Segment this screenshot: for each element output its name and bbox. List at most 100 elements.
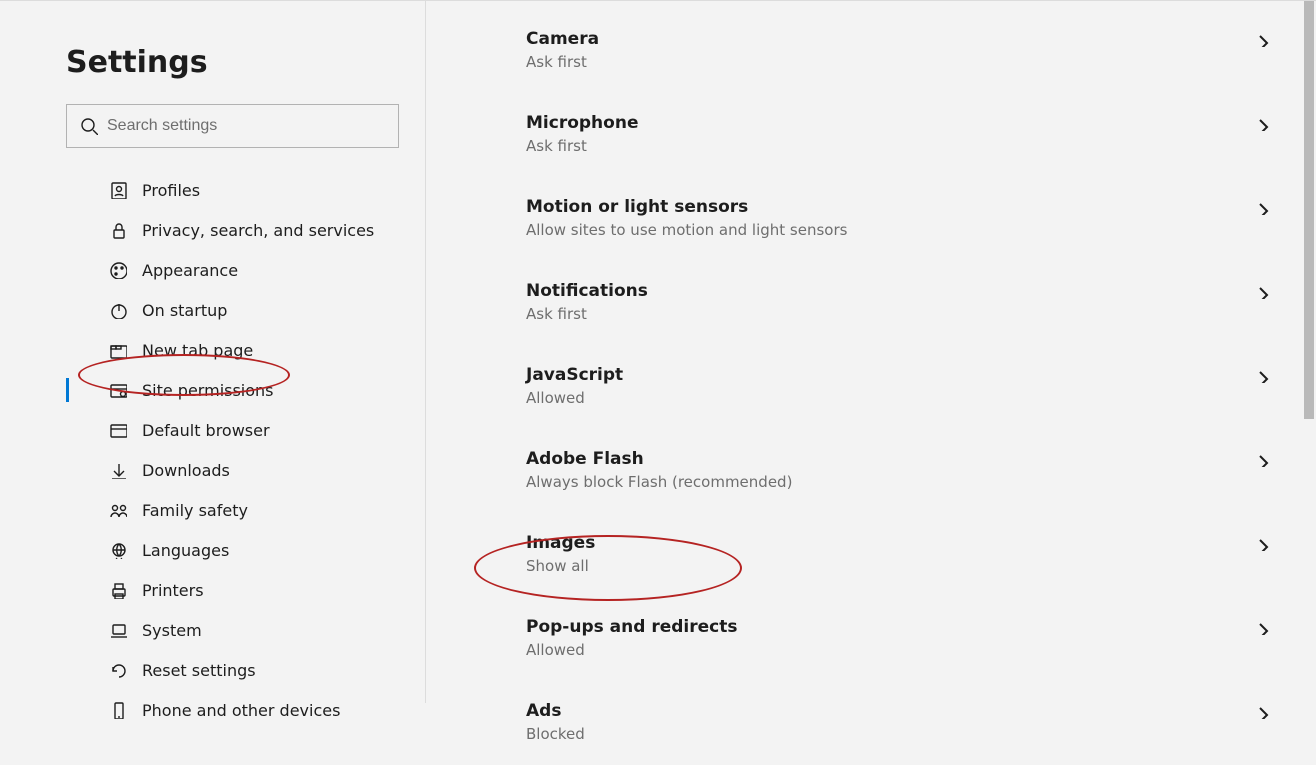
permission-camera[interactable]: Camera Ask first (426, 1, 1282, 93)
permission-texts: Adobe Flash Always block Flash (recommen… (488, 449, 1242, 491)
sidebar-item-appearance[interactable]: Appearance (0, 250, 425, 290)
permission-subtitle: Allow sites to use motion and light sens… (526, 221, 1242, 239)
sidebar-item-label: Site permissions (142, 381, 274, 400)
permission-texts: Microphone Ask first (488, 113, 1242, 155)
permission-title: Camera (526, 29, 1242, 49)
permission-texts: JavaScript Allowed (488, 365, 1242, 407)
permission-subtitle: Ask first (526, 137, 1242, 155)
sidebar-item-label: System (142, 621, 202, 640)
permission-title: Images (526, 533, 1242, 553)
sidebar-item-label: Reset settings (142, 661, 256, 680)
sidebar-item-startup[interactable]: On startup (0, 290, 425, 330)
ads-icon (426, 701, 488, 721)
mic-icon (426, 113, 488, 133)
sidebar-item-defaultbrowser[interactable]: Default browser (0, 410, 425, 450)
chevron-right-icon (1242, 365, 1282, 383)
permission-subtitle: Ask first (526, 305, 1242, 323)
permission-texts: Camera Ask first (488, 29, 1242, 71)
sidebar-item-label: Downloads (142, 461, 230, 480)
permissions-panel: Camera Ask first Microphone Ask first Mo… (426, 1, 1282, 703)
sidebar-item-newtab[interactable]: New tab page (0, 330, 425, 370)
permission-subtitle: Allowed (526, 641, 1242, 659)
sidebar-item-profiles[interactable]: Profiles (0, 170, 425, 210)
permission-title: Notifications (526, 281, 1242, 301)
siteperm-icon (108, 380, 128, 400)
chevron-right-icon (1242, 449, 1282, 467)
download-icon (108, 460, 128, 480)
permission-title: JavaScript (526, 365, 1242, 385)
sidebar-item-family[interactable]: Family safety (0, 490, 425, 530)
permission-texts: Pop-ups and redirects Allowed (488, 617, 1242, 659)
printer-icon (108, 580, 128, 600)
sidebar-item-label: Printers (142, 581, 204, 600)
sidebar-item-label: Privacy, search, and services (142, 221, 374, 240)
page-title: Settings (66, 45, 425, 80)
sidebar-item-label: Phone and other devices (142, 701, 340, 720)
sidebar-item-system[interactable]: System (0, 610, 425, 650)
palette-icon (108, 260, 128, 280)
motion-icon (426, 197, 488, 217)
phone-icon (108, 700, 128, 720)
permission-notifications[interactable]: Notifications Ask first (426, 261, 1282, 345)
sidebar-item-label: On startup (142, 301, 227, 320)
lock-icon (108, 220, 128, 240)
laptop-icon (108, 620, 128, 640)
sidebar-item-languages[interactable]: Languages (0, 530, 425, 570)
family-icon (108, 500, 128, 520)
sidebar-item-reset[interactable]: Reset settings (0, 650, 425, 690)
image-icon (426, 533, 488, 553)
permissions-list: Camera Ask first Microphone Ask first Mo… (426, 1, 1282, 765)
sidebar-item-privacy[interactable]: Privacy, search, and services (0, 210, 425, 250)
permission-microphone[interactable]: Microphone Ask first (426, 93, 1282, 177)
search-icon (80, 117, 98, 135)
settings-nav: Profiles Privacy, search, and services A… (0, 170, 425, 730)
popup-icon (426, 617, 488, 637)
permission-texts: Ads Blocked (488, 701, 1242, 743)
permission-subtitle: Blocked (526, 725, 1242, 743)
sidebar-item-printers[interactable]: Printers (0, 570, 425, 610)
reset-icon (108, 660, 128, 680)
permission-texts: Motion or light sensors Allow sites to u… (488, 197, 1242, 239)
js-icon (426, 365, 488, 385)
puzzle-icon (426, 449, 488, 469)
permission-flash[interactable]: Adobe Flash Always block Flash (recommen… (426, 429, 1282, 513)
permission-texts: Images Show all (488, 533, 1242, 575)
permission-javascript[interactable]: JavaScript Allowed (426, 345, 1282, 429)
scrollbar-thumb[interactable] (1304, 1, 1314, 419)
permission-motion[interactable]: Motion or light sensors Allow sites to u… (426, 177, 1282, 261)
profile-icon (108, 180, 128, 200)
permission-title: Ads (526, 701, 1242, 721)
search-wrap (66, 104, 399, 148)
bell-icon (426, 281, 488, 301)
chevron-right-icon (1242, 281, 1282, 299)
globechar-icon (108, 540, 128, 560)
power-icon (108, 300, 128, 320)
newtab-icon (108, 340, 128, 360)
chevron-right-icon (1242, 29, 1282, 47)
permission-subtitle: Ask first (526, 53, 1242, 71)
sidebar-item-siteperm[interactable]: Site permissions (0, 370, 425, 410)
sidebar-item-label: Family safety (142, 501, 248, 520)
browser-icon (108, 420, 128, 440)
settings-sidebar: Settings Profiles Privacy, search, and s… (0, 1, 426, 703)
permission-title: Pop-ups and redirects (526, 617, 1242, 637)
sidebar-item-label: Default browser (142, 421, 270, 440)
sidebar-item-label: Profiles (142, 181, 200, 200)
sidebar-item-label: Appearance (142, 261, 238, 280)
chevron-right-icon (1242, 701, 1282, 719)
permission-subtitle: Always block Flash (recommended) (526, 473, 1242, 491)
permission-title: Motion or light sensors (526, 197, 1242, 217)
chevron-right-icon (1242, 197, 1282, 215)
permission-subtitle: Show all (526, 557, 1242, 575)
permission-popups[interactable]: Pop-ups and redirects Allowed (426, 597, 1282, 681)
chevron-right-icon (1242, 533, 1282, 551)
permission-title: Adobe Flash (526, 449, 1242, 469)
scrollbar-track[interactable] (1302, 1, 1316, 703)
sidebar-item-phone[interactable]: Phone and other devices (0, 690, 425, 730)
permission-images[interactable]: Images Show all (426, 513, 1282, 597)
permission-ads[interactable]: Ads Blocked (426, 681, 1282, 765)
sidebar-item-label: Languages (142, 541, 229, 560)
chevron-right-icon (1242, 113, 1282, 131)
sidebar-item-downloads[interactable]: Downloads (0, 450, 425, 490)
search-input[interactable] (66, 104, 399, 148)
